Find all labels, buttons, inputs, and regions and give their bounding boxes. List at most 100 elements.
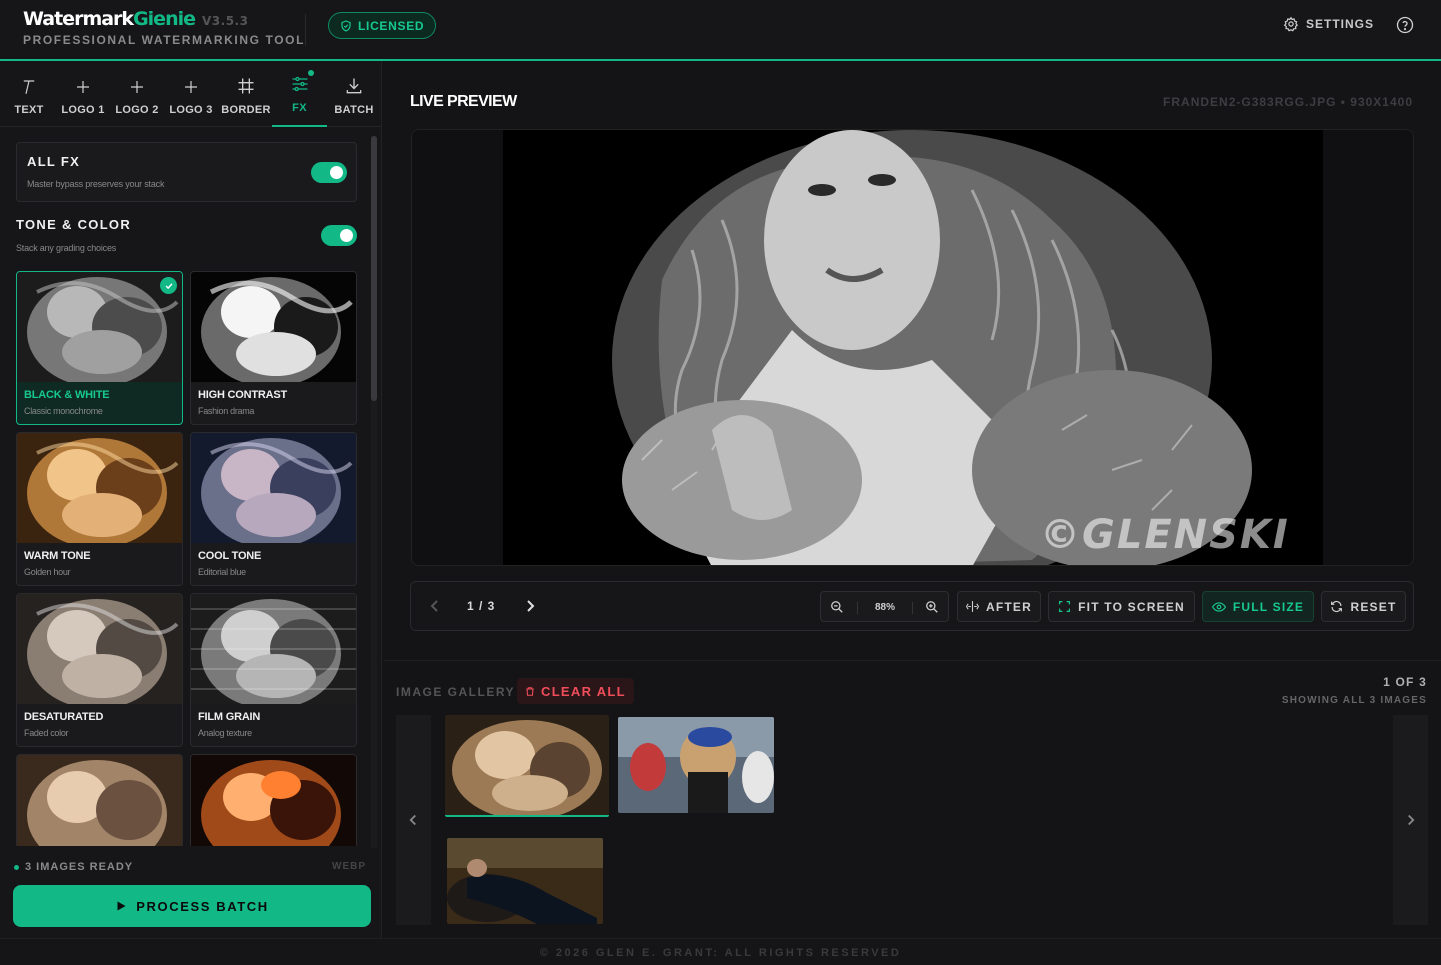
zoom-in-button[interactable] <box>925 600 939 619</box>
brand-subtitle: PROFESSIONAL WATERMARKING TOOL <box>23 33 306 47</box>
reset-label: RESET <box>1350 599 1397 614</box>
trash-icon <box>526 686 534 696</box>
section-title: TONE & COLOR <box>16 217 132 232</box>
tab-label: TEXT <box>14 104 44 116</box>
preview-canvas[interactable]: ©GLENSKI <box>411 129 1414 566</box>
zoom-out-button[interactable] <box>830 600 844 619</box>
border-icon <box>238 78 254 94</box>
brand: Watermark Gienie V3.5.3 PROFESSIONAL WATE… <box>23 8 305 47</box>
fx-scrollbar[interactable] <box>371 136 377 848</box>
brand-name-accent: Gienie <box>133 8 196 30</box>
preset-description: Classic monochrome <box>24 406 103 416</box>
brand-title: Watermark Gienie V3.5.3 <box>23 8 305 30</box>
preset-card-warm-tone[interactable]: WARM TONE Golden hour <box>16 432 183 586</box>
preview-controls: 1 / 3 88% AFTER FIT TO SCREEN FULL SIZE … <box>410 581 1414 631</box>
header-divider <box>305 14 306 46</box>
clear-all-button[interactable]: CLEAR ALL <box>517 678 634 704</box>
chevron-left-icon <box>409 814 416 826</box>
chevron-right-icon <box>527 600 535 612</box>
output-format: WEBP <box>332 861 366 872</box>
all-fx-toggle[interactable] <box>311 162 347 183</box>
zoom-out-icon <box>831 601 843 613</box>
tab-logo-1[interactable]: LOGO 1 <box>58 61 108 127</box>
left-panel: TEXT LOGO 1 LOGO 2 LOGO 3 BORDER FX BATC… <box>0 61 382 938</box>
main-area: LIVE PREVIEW FRANDEN2-G383RGG.JPG • 930X… <box>383 61 1441 938</box>
tab-logo-3[interactable]: LOGO 3 <box>166 61 216 127</box>
scrollbar-thumb[interactable] <box>371 136 377 401</box>
preset-name: WARM TONE <box>24 550 91 562</box>
sliders-icon <box>292 76 307 92</box>
zoom-control: 88% <box>820 591 949 622</box>
preset-thumbnail <box>191 433 356 543</box>
plus-icon <box>131 81 143 93</box>
gear-icon <box>1283 16 1299 32</box>
preset-description: Fashion drama <box>198 406 255 416</box>
gallery-thumbnail-1[interactable] <box>445 715 609 817</box>
gallery-thumbnail-2[interactable] <box>618 717 774 813</box>
fx-scroll-area: ALL FX Master bypass preserves your stac… <box>0 128 371 846</box>
settings-label: SETTINGS <box>1306 17 1375 31</box>
gallery-thumbnail-3[interactable] <box>447 838 603 924</box>
eye-icon <box>1211 601 1226 612</box>
tab-label: FX <box>292 102 307 114</box>
preset-card-vintage[interactable] <box>16 754 183 846</box>
chevron-left-icon <box>430 600 438 612</box>
after-label: AFTER <box>986 599 1032 614</box>
preview-image: ©GLENSKI <box>412 130 1413 565</box>
after-toggle-button[interactable]: AFTER <box>957 591 1041 622</box>
preset-thumbnail <box>17 594 182 704</box>
gallery-prev-button[interactable] <box>396 715 431 925</box>
app-header: Watermark Gienie V3.5.3 PROFESSIONAL WATE… <box>0 0 1441 61</box>
process-batch-button[interactable]: PROCESS BATCH <box>13 885 371 927</box>
selected-check-icon <box>160 277 177 294</box>
fit-to-screen-button[interactable]: FIT TO SCREEN <box>1048 591 1195 622</box>
tab-label: LOGO 3 <box>169 104 213 116</box>
settings-button[interactable]: SETTINGS <box>1283 16 1374 32</box>
fit-to-screen-label: FIT TO SCREEN <box>1078 599 1185 614</box>
live-preview-title: LIVE PREVIEW <box>410 93 517 110</box>
next-image-button[interactable] <box>525 599 535 618</box>
tone-color-toggle[interactable] <box>321 225 357 246</box>
prev-image-button[interactable] <box>430 599 440 618</box>
shield-check-icon <box>341 19 351 32</box>
tab-logo-2[interactable]: LOGO 2 <box>112 61 162 127</box>
all-fx-title: ALL FX <box>27 154 81 169</box>
tab-border[interactable]: BORDER <box>219 61 273 127</box>
tab-label: LOGO 1 <box>61 104 105 116</box>
preset-thumbnail <box>191 755 356 846</box>
section-description: Stack any grading choices <box>16 243 117 253</box>
tab-text[interactable]: TEXT <box>6 61 52 127</box>
preset-card-vivid[interactable] <box>190 754 357 846</box>
preset-name: FILM GRAIN <box>198 711 261 723</box>
preset-card-desaturated[interactable]: DESATURATED Faded color <box>16 593 183 747</box>
tab-batch[interactable]: BATCH <box>330 61 378 127</box>
gallery-next-button[interactable] <box>1393 715 1428 925</box>
tab-fx[interactable]: FX <box>272 61 327 127</box>
app-version: V3.5.3 <box>202 14 249 28</box>
preset-thumbnail <box>17 433 182 543</box>
reset-button[interactable]: RESET <box>1321 591 1406 622</box>
file-info: FRANDEN2-G383RGG.JPG • 930X1400 <box>1163 95 1413 109</box>
preset-name: HIGH CONTRAST <box>198 389 288 401</box>
preset-card-black-white[interactable]: BLACK & WHITE Classic monochrome <box>16 271 183 425</box>
preset-description: Golden hour <box>24 567 71 577</box>
tab-label: BATCH <box>334 104 374 116</box>
preset-thumbnail <box>17 755 182 846</box>
all-fx-description: Master bypass preserves your stack <box>27 179 165 189</box>
help-circle-icon <box>1396 16 1414 34</box>
preset-thumbnail <box>191 272 356 382</box>
full-size-button[interactable]: FULL SIZE <box>1202 591 1314 622</box>
plus-icon <box>77 81 89 93</box>
preset-card-cool-tone[interactable]: COOL TONE Editorial blue <box>190 432 357 586</box>
preset-card-high-contrast[interactable]: HIGH CONTRAST Fashion drama <box>190 271 357 425</box>
ready-text: 3 IMAGES READY <box>25 861 134 873</box>
preset-thumbnail <box>17 272 182 382</box>
preset-card-film-grain[interactable]: FILM GRAIN Analog texture <box>190 593 357 747</box>
preset-description: Analog texture <box>198 728 252 738</box>
watermark-text: ©GLENSKI <box>1040 512 1290 558</box>
plus-icon <box>185 81 197 93</box>
help-button[interactable] <box>1396 16 1414 39</box>
gallery-divider <box>383 660 1441 661</box>
page-indicator: 1 / 3 <box>467 599 496 613</box>
preset-name: COOL TONE <box>198 550 262 562</box>
